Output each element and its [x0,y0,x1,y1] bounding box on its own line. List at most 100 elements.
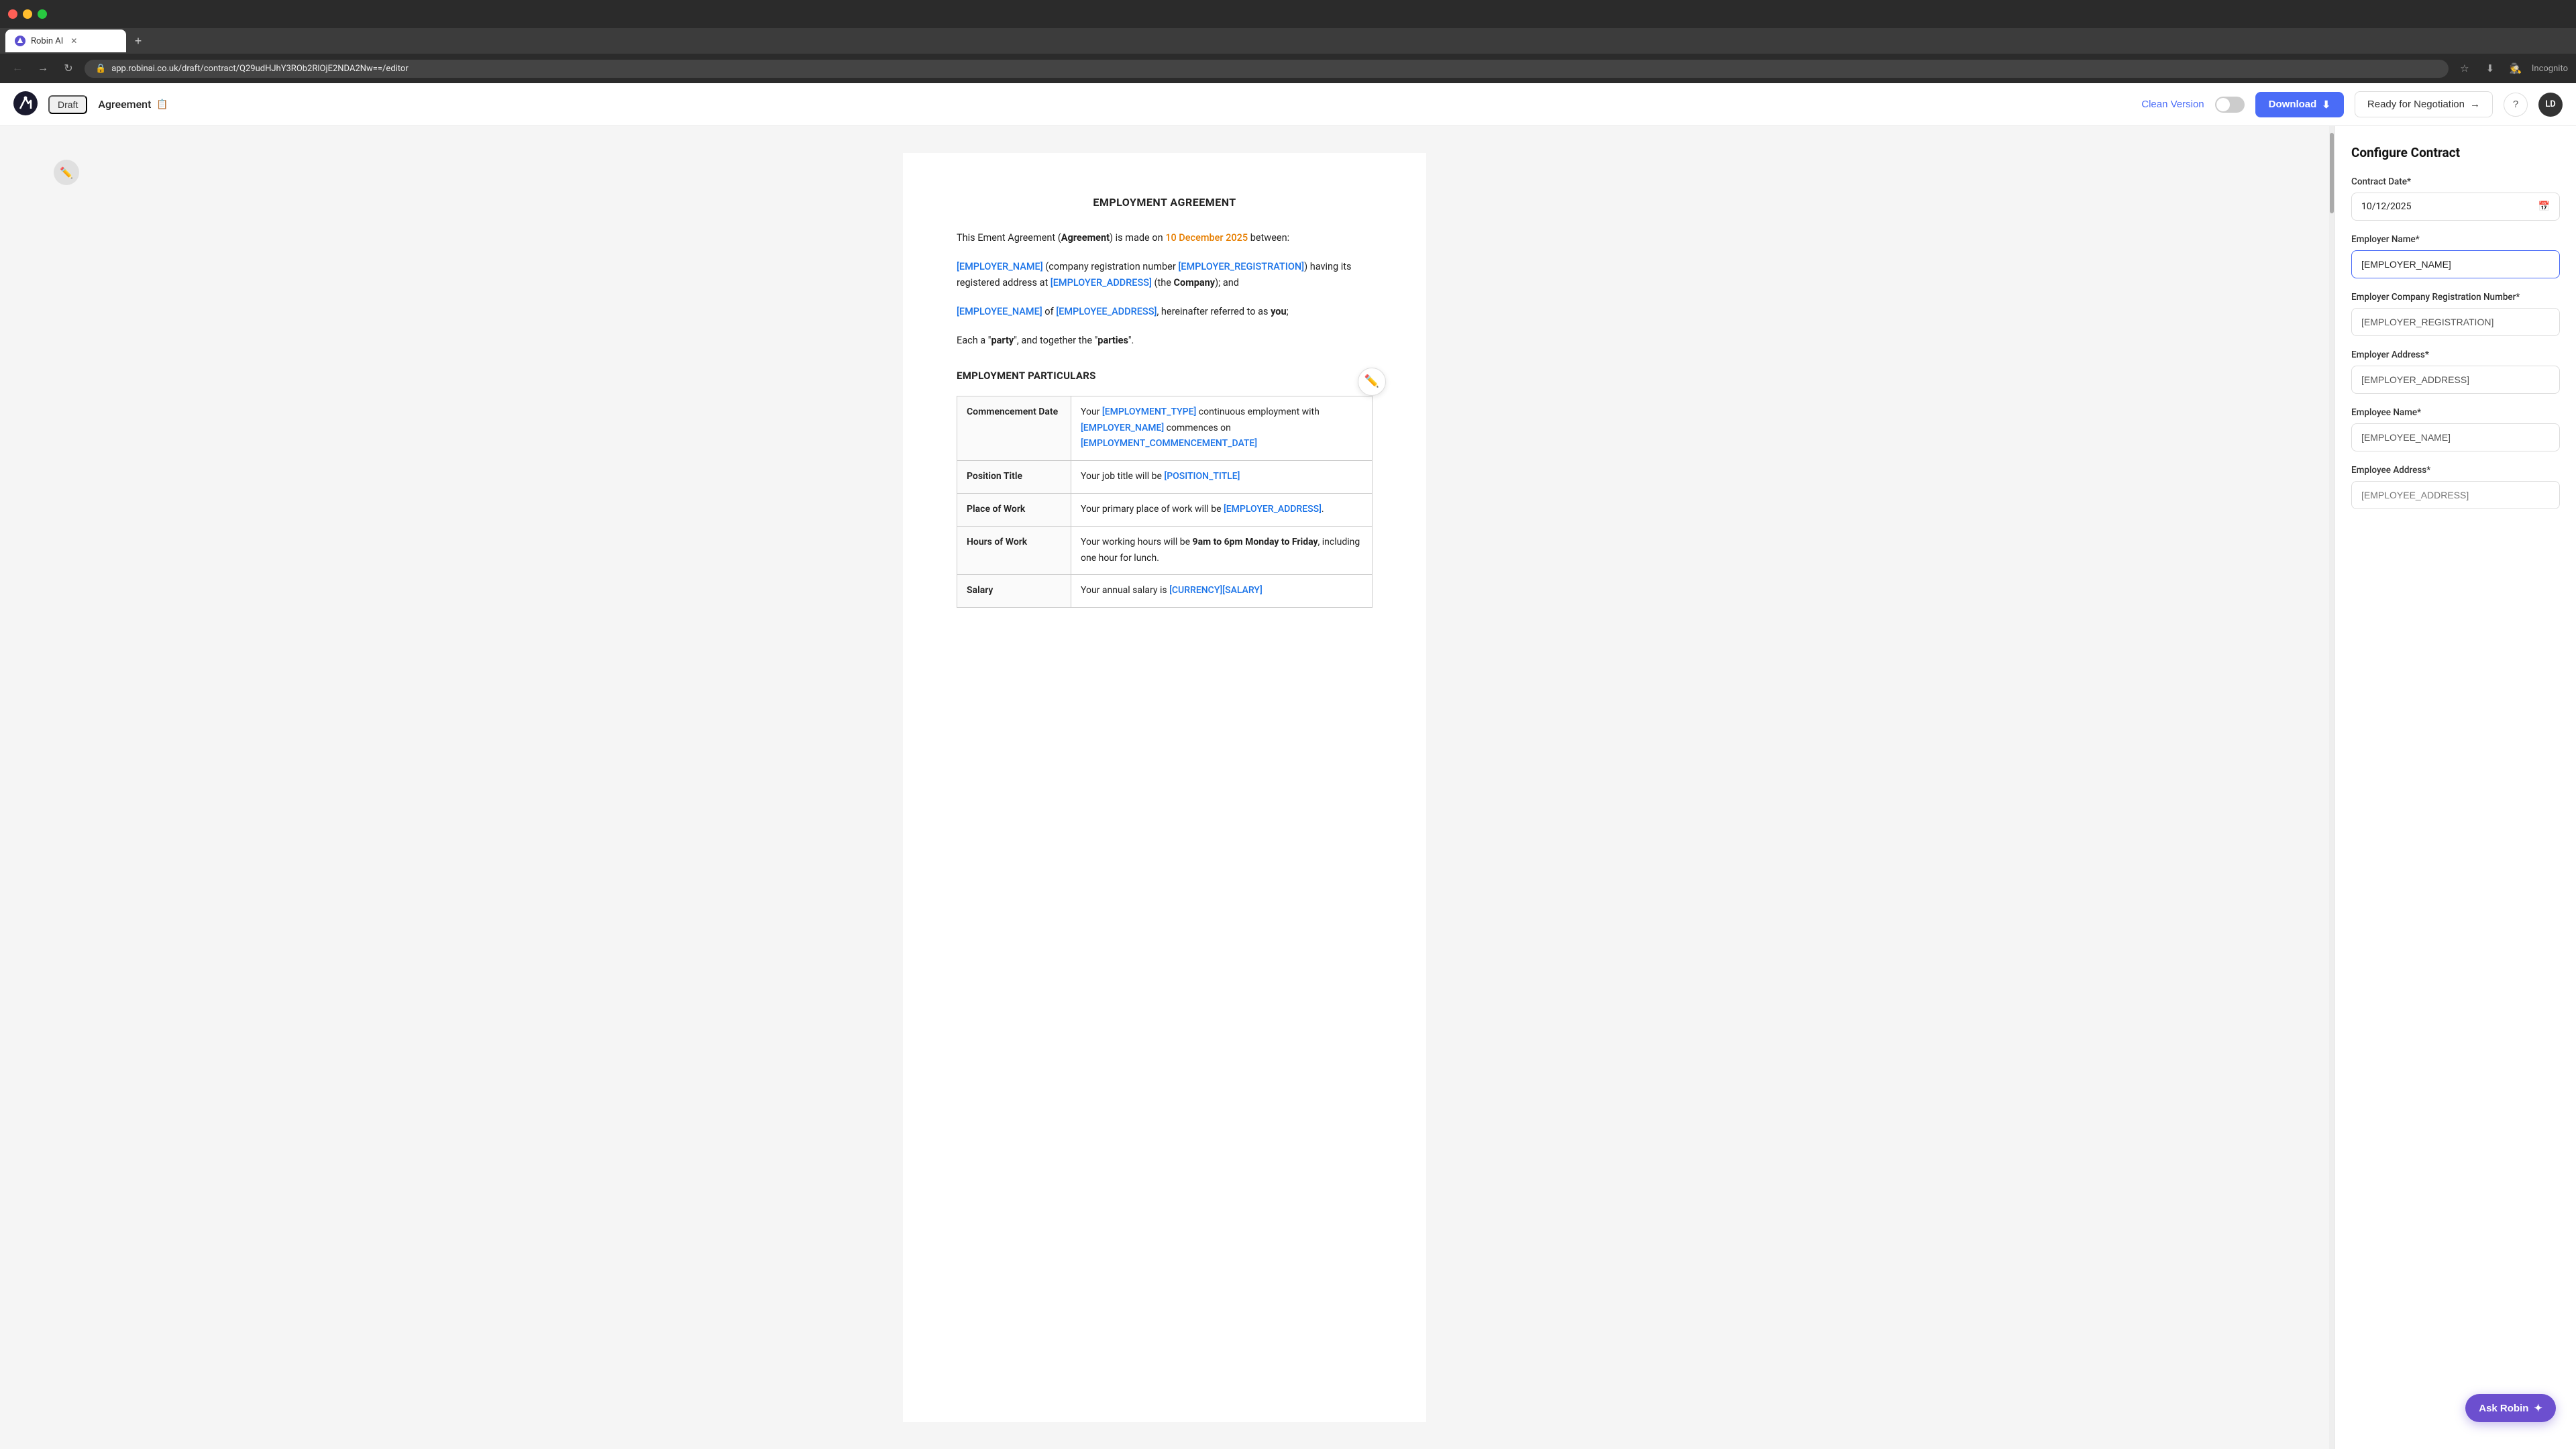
employee-text-1: of [1042,306,1057,317]
copy-icon[interactable]: 📋 [156,99,168,110]
scrollbar-thumb[interactable] [2330,133,2334,213]
contract-date-label: Contract Date* [2351,176,2560,187]
form-field-contract-date: Contract Date* 10/12/2025 📅 [2351,176,2560,221]
table-row-commencement: Commencement Date Your [EMPLOYMENT_TYPE]… [957,396,1373,460]
download-browser-button[interactable]: ⬇ [2481,59,2500,78]
ready-negotiation-label: Ready for Negotiation [2367,99,2465,110]
window-controls [8,9,47,19]
document-area[interactable]: ✏️ EMPLOYMENT AGREEMENT This Ement Agree… [0,126,2329,1449]
tab-close-button[interactable]: ✕ [68,36,79,46]
employer-company-bold: Company [1174,277,1216,288]
employer-reg-label: Employer Company Registration Number* [2351,292,2560,303]
help-button[interactable]: ? [2504,93,2528,117]
maximize-window-button[interactable] [38,9,47,19]
app-logo[interactable] [13,91,38,118]
doc-employer-paragraph: [EMPLOYER_NAME] (company registration nu… [957,259,1373,292]
section-with-edit: EMPLOYMENT PARTICULARS ✏️ [957,368,1373,385]
incognito-icon: 🕵 [2510,62,2522,74]
doc-main-title: EMPLOYMENT AGREEMENT [957,193,1373,211]
tab-favicon [15,36,25,46]
clean-version-button[interactable]: Clean Version [2141,99,2204,110]
browser-addressbar: ← → ↻ 🔒 app.robinai.co.uk/draft/contract… [0,54,2576,83]
parties-text-3: ". [1128,335,1134,346]
table-cell-label-position: Position Title [957,461,1071,494]
app-header: Draft Agreement 📋 Clean Version Download… [0,83,2576,126]
doc-title-display: Agreement 📋 [98,98,168,111]
employer-reg-input[interactable] [2351,308,2560,336]
table-cell-value-place: Your primary place of work will be [EMPL… [1071,494,1373,527]
download-icon: ⬇ [2322,99,2330,111]
employee-name-input[interactable] [2351,423,2560,451]
table-row-position: Position Title Your job title will be [P… [957,461,1373,494]
table-cell-label-place: Place of Work [957,494,1071,527]
form-field-employer-address: Employer Address* [2351,350,2560,394]
ask-robin-label: Ask Robin [2479,1403,2528,1414]
intro-text-1: This Em [957,232,991,244]
contract-date-input[interactable]: 10/12/2025 📅 [2351,193,2560,221]
browser-tab-active[interactable]: Robin AI ✕ [5,30,126,52]
place-address-ref: [EMPLOYER_ADDRESS] [1224,504,1322,515]
employment-type-ref: [EMPLOYMENT_TYPE] [1102,407,1196,417]
forward-button[interactable]: → [34,59,52,78]
employee-text-3: ; [1287,306,1289,317]
position-title-ref: [POSITION_TITLE] [1164,471,1240,482]
close-window-button[interactable] [8,9,17,19]
employer-address-input[interactable] [2351,366,2560,394]
address-bar[interactable]: 🔒 app.robinai.co.uk/draft/contract/Q29ud… [85,60,2449,78]
bookmark-button[interactable]: ☆ [2455,59,2474,78]
ask-robin-button[interactable]: Ask Robin ✦ [2465,1394,2556,1422]
employer-name-input[interactable] [2351,250,2560,278]
ready-negotiation-button[interactable]: Ready for Negotiation → [2355,91,2493,117]
employee-text-2: , hereinafter referred to as [1157,306,1271,317]
employer-address-ref: [EMPLOYER_ADDRESS] [1051,277,1152,288]
employer-text-1: (company registration number [1043,261,1179,272]
edit-icon-top[interactable]: ✏️ [54,160,79,185]
employee-you-bold: you [1271,306,1287,317]
table-row-hours: Hours of Work Your working hours will be… [957,526,1373,575]
intro-text-2: ent Agreement ( [991,232,1061,244]
employee-address-label: Employee Address* [2351,465,2560,476]
employer-name-label: Employer Name* [2351,234,2560,245]
employee-name-ref: [EMPLOYEE_NAME] [957,306,1042,317]
employee-name-label: Employee Name* [2351,407,2560,418]
form-field-employer-reg: Employer Company Registration Number* [2351,292,2560,336]
scrollbar-track[interactable] [2329,126,2334,1449]
back-button[interactable]: ← [8,59,27,78]
user-avatar[interactable]: LD [2538,93,2563,117]
main-layout: ✏️ EMPLOYMENT AGREEMENT This Ement Agree… [0,126,2576,1449]
download-button[interactable]: Download ⬇ [2255,92,2344,117]
doc-title-text: Agreement [98,98,151,111]
minimize-window-button[interactable] [23,9,32,19]
form-field-employer-name: Employer Name* [2351,234,2560,278]
table-cell-value-commencement: Your [EMPLOYMENT_TYPE] continuous employ… [1071,396,1373,460]
right-panel: Configure Contract Contract Date* 10/12/… [2334,126,2576,1449]
table-cell-value-hours: Your working hours will be 9am to 6pm Mo… [1071,526,1373,575]
employer-name-table-ref: [EMPLOYER_NAME] [1081,423,1164,433]
table-cell-value-position: Your job title will be [POSITION_TITLE] [1071,461,1373,494]
employer-reg-ref: [EMPLOYER_REGISTRATION] [1178,261,1304,272]
reload-button[interactable]: ↻ [59,59,78,78]
arrow-right-icon: → [2470,99,2480,110]
new-tab-button[interactable]: + [129,32,148,50]
browser-titlebar [0,0,2576,28]
parties-text-1: Each a " [957,335,991,346]
salary-ref: [CURRENCY][SALARY] [1169,585,1263,596]
table-cell-label-hours: Hours of Work [957,526,1071,575]
draft-badge[interactable]: Draft [48,95,87,114]
section-edit-button[interactable]: ✏️ [1358,368,1386,396]
incognito-button[interactable]: 🕵 [2506,59,2525,78]
tab-bar: Robin AI ✕ + [0,28,2576,54]
doc-parties-paragraph: Each a "party", and together the "partie… [957,333,1373,350]
doc-employee-paragraph: [EMPLOYEE_NAME] of [EMPLOYEE_ADDRESS], h… [957,304,1373,321]
employee-address-input[interactable] [2351,481,2560,509]
table-cell-label-salary: Salary [957,575,1071,608]
document-paper: EMPLOYMENT AGREEMENT This Ement Agreemen… [903,153,1426,1422]
doc-scroll-wrapper: ✏️ EMPLOYMENT AGREEMENT This Ement Agree… [0,126,2334,1449]
calendar-icon: 📅 [2538,201,2550,212]
parties-text-2: ", and together the " [1014,335,1097,346]
employer-name-ref: [EMPLOYER_NAME] [957,261,1043,272]
url-display: app.robinai.co.uk/draft/contract/Q29udHJ… [111,64,2438,74]
clean-version-toggle[interactable] [2215,97,2245,113]
form-field-employee-address: Employee Address* [2351,465,2560,509]
intro-text-3: ) is made on [1110,232,1165,244]
